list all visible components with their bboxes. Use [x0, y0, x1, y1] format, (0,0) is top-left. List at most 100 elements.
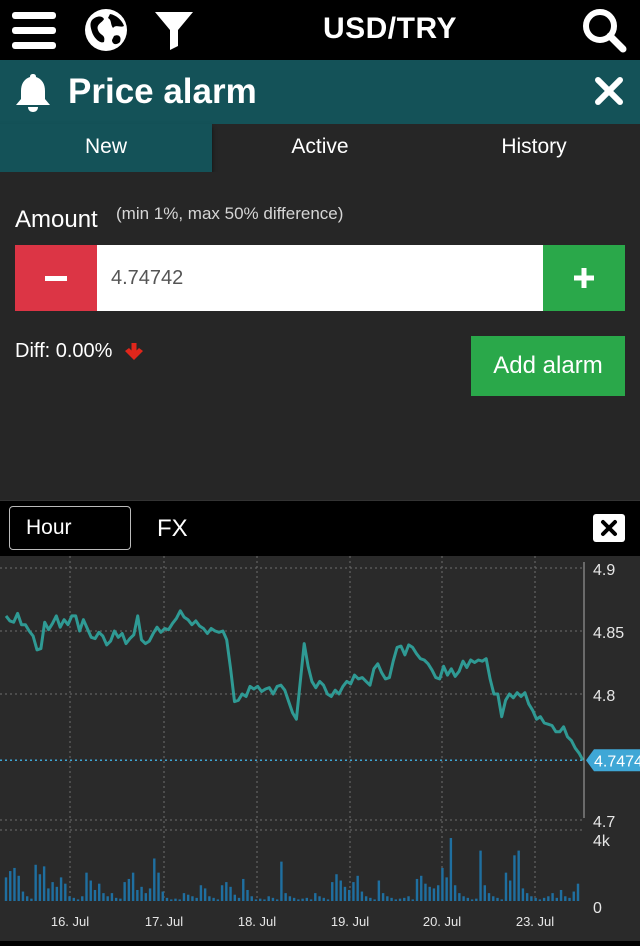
volume-bar [68, 896, 71, 901]
volume-bar [85, 872, 88, 901]
volume-bar [21, 891, 25, 901]
volume-bar [64, 883, 67, 901]
volume-bar [377, 880, 381, 901]
volume-bar [301, 898, 304, 901]
volume-bar [72, 897, 75, 901]
volume-bar [13, 867, 16, 901]
volume-bar [47, 888, 50, 901]
price-chart[interactable]: 4.9 4.85 4.8 4.7 4k 0 16. Jul 17. Jul 18. Jul 19.… [0, 556, 640, 941]
volume-bar [525, 893, 529, 901]
volume-bar [492, 896, 495, 901]
volume-bar [4, 877, 8, 901]
volume-bar [148, 888, 152, 901]
amount-label: Amount [15, 206, 98, 233]
volume-bar [436, 885, 440, 901]
volume-bar [305, 897, 309, 901]
volume-bar [424, 883, 427, 901]
volume-bar [161, 891, 164, 901]
volume-bar [233, 894, 236, 901]
volume-bar [34, 864, 37, 901]
volume-bar [369, 897, 372, 901]
volume-bar [517, 850, 520, 901]
volume-bar [55, 886, 59, 901]
volume-bar [131, 872, 135, 901]
volume-bar [42, 866, 46, 901]
volume-bar [191, 896, 194, 901]
volume-bar [428, 886, 431, 901]
volume-bar [237, 897, 241, 901]
volume-bar [339, 880, 342, 901]
volume-bar [496, 897, 499, 901]
search-icon[interactable] [578, 6, 630, 54]
volume-bar [390, 897, 393, 901]
volume-bar [314, 893, 317, 901]
volume-bar [271, 897, 275, 901]
minus-icon [45, 275, 67, 281]
volume-bar [360, 891, 364, 901]
volume-bar [386, 896, 389, 901]
volume-bar [564, 896, 567, 901]
volume-bar [208, 896, 211, 901]
volume-bar [568, 897, 571, 901]
interval-selector[interactable]: Hour [9, 506, 131, 550]
volume-bar [572, 891, 575, 901]
diff-text: Diff: 0.00% [15, 340, 113, 362]
volume-bar [398, 898, 402, 901]
amount-input[interactable] [97, 245, 543, 311]
close-icon[interactable] [594, 76, 624, 111]
x-tick-label: 23. Jul [516, 914, 554, 929]
volume-bar [542, 897, 546, 901]
tab-history[interactable]: History [428, 124, 640, 172]
increase-button[interactable] [543, 245, 625, 311]
volume-bar [453, 885, 457, 901]
volume-bar [521, 888, 525, 901]
volume-bar [93, 889, 97, 901]
tab-active[interactable]: Active [214, 124, 426, 172]
volume-bar [292, 897, 296, 901]
volume-bar [127, 878, 131, 901]
decrease-button[interactable] [15, 245, 97, 311]
volume-bar [500, 899, 503, 901]
volume-bar [250, 896, 253, 901]
volume-bar [275, 899, 279, 901]
instrument-title: USD/TRY [322, 12, 458, 45]
volume-bar [551, 893, 554, 901]
y-tick-label: 4.85 [593, 625, 624, 642]
volume-bar [381, 893, 385, 901]
volume-bar [513, 855, 516, 901]
volume-bar [470, 899, 474, 901]
tab-new[interactable]: New [0, 124, 212, 172]
volume-bar [17, 875, 20, 901]
volume-bar [335, 874, 338, 901]
volume-bar [59, 877, 63, 901]
x-tick-label: 18. Jul [238, 914, 276, 929]
volume-bar [479, 850, 482, 901]
volume-bar [373, 899, 376, 901]
volume-bar [229, 886, 232, 901]
volume-bar [449, 838, 453, 901]
volume-bar [318, 896, 321, 901]
chart-close-button[interactable] [593, 514, 625, 542]
volume-bar [576, 883, 580, 901]
volume-bar [509, 880, 512, 901]
volume-bar [81, 896, 84, 901]
volume-bar [407, 896, 410, 901]
volume-bar [411, 899, 414, 901]
volume-bar [445, 877, 448, 901]
y-tick-label: 4.9 [593, 562, 615, 579]
volume-bar [216, 899, 220, 901]
volume-bar [123, 882, 126, 901]
volume-bar [288, 896, 292, 901]
volume-bar [157, 872, 160, 901]
volume-bar [462, 896, 465, 901]
volume-bar [530, 896, 533, 901]
volume-bar [538, 899, 542, 901]
volume-bar [348, 889, 351, 901]
volume-bar [178, 899, 181, 901]
add-alarm-button[interactable]: Add alarm [471, 336, 625, 396]
volume-bar [322, 897, 325, 901]
volume-bar [76, 899, 80, 901]
volume-bar [38, 874, 42, 901]
arrow-down-icon [124, 342, 144, 367]
price-line [4, 609, 585, 762]
